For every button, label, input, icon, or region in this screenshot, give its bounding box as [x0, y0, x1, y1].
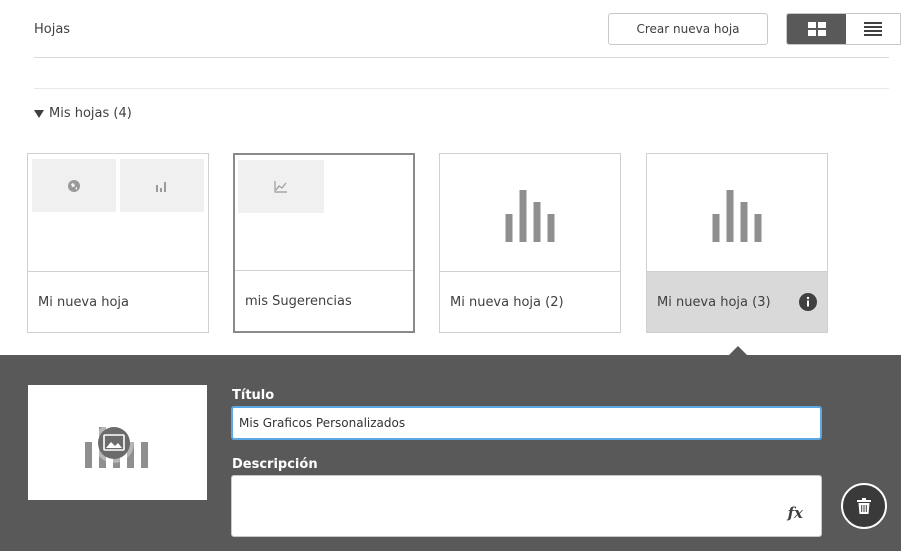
- thumbnail-tile: [238, 160, 324, 213]
- section-title: Mis hojas (4): [49, 106, 132, 121]
- title-label: Título: [232, 388, 275, 403]
- sheet-thumbnail-preview[interactable]: [28, 385, 207, 500]
- list-icon: [864, 21, 882, 36]
- section-divider: [34, 88, 889, 89]
- thumbnail-tile: [120, 159, 204, 212]
- sheet-placeholder-icon: [712, 190, 762, 242]
- description-label: Descripción: [232, 457, 318, 472]
- sheet-card-label: Mi nueva hoja (3): [647, 271, 827, 332]
- sheet-thumbnail: [647, 154, 827, 272]
- grid-view-button[interactable]: [787, 14, 846, 44]
- sheet-thumbnail: [28, 154, 208, 272]
- bar-chart-icon: [156, 181, 166, 192]
- description-field[interactable]: fx: [231, 475, 822, 537]
- sheet-card[interactable]: Mi nueva hoja: [27, 153, 209, 333]
- create-new-sheet-button[interactable]: Crear nueva hoja: [608, 13, 768, 45]
- globe-icon: [68, 179, 80, 192]
- sheet-card[interactable]: Mi nueva hoja (3): [646, 153, 828, 333]
- info-icon[interactable]: [799, 293, 817, 311]
- title-input[interactable]: [231, 406, 822, 440]
- list-view-button[interactable]: [846, 14, 900, 44]
- sheet-card-label: mis Sugerencias: [235, 270, 413, 331]
- sheet-card-label: Mi nueva hoja: [28, 271, 208, 332]
- sheet-placeholder-icon: [85, 423, 148, 468]
- caret-down-icon: [34, 109, 44, 118]
- sheet-card[interactable]: Mi nueva hoja (2): [439, 153, 621, 333]
- trash-icon: [857, 498, 871, 514]
- view-mode-toggle: [786, 13, 901, 45]
- expression-editor-button[interactable]: fx: [788, 504, 803, 522]
- line-chart-icon: [274, 180, 287, 193]
- header-divider: [34, 57, 889, 58]
- grid-icon: [807, 22, 826, 36]
- sheet-card[interactable]: mis Sugerencias: [233, 153, 415, 333]
- sheet-placeholder-icon: [505, 190, 555, 242]
- sheet-thumbnail: [235, 155, 413, 273]
- sheet-card-label: Mi nueva hoja (2): [440, 271, 620, 332]
- sheet-thumbnail: [440, 154, 620, 272]
- description-input[interactable]: [232, 476, 821, 536]
- delete-sheet-button[interactable]: [841, 483, 887, 529]
- sheets-header: Hojas Crear nueva hoja: [0, 0, 901, 62]
- thumbnail-tile: [32, 159, 116, 212]
- page-title: Hojas: [34, 22, 71, 37]
- sheet-details-panel: Título Descripción fx: [0, 355, 901, 551]
- my-sheets-section-toggle[interactable]: Mis hojas (4): [34, 106, 132, 121]
